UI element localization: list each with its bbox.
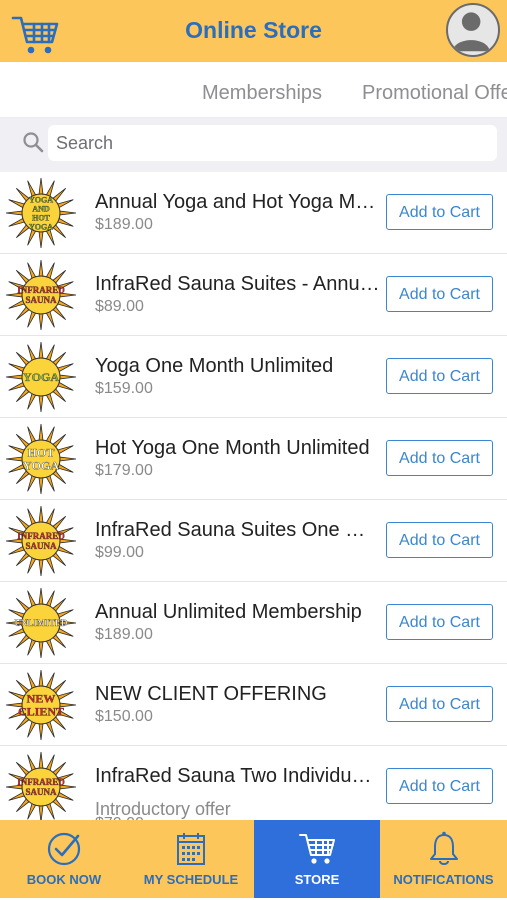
sun-logo: NEWCLIENT <box>5 669 77 741</box>
calendar-icon <box>177 833 205 865</box>
product-row[interactable]: INFRARED SAUNA InfraRed Sauna Two Individu… <box>0 746 507 820</box>
search-input[interactable] <box>48 125 497 161</box>
svg-text:AND: AND <box>32 204 50 213</box>
product-row[interactable]: INFRARED SAUNA InfraRed Sauna Suites - Ann… <box>0 254 507 336</box>
nav-book-now[interactable]: BOOK NOW <box>0 820 128 898</box>
nav-label: MY SCHEDULE <box>143 872 239 887</box>
sun-logo: HOTYOGA <box>5 423 77 495</box>
svg-text:SAUNA: SAUNA <box>25 541 57 551</box>
nav-notifications[interactable]: NOTIFICATIONS <box>380 820 507 898</box>
product-price: $179.00 <box>95 462 153 479</box>
add-to-cart-button[interactable]: Add to Cart <box>386 686 493 722</box>
product-row[interactable]: YOGA Yoga One Month Unlimited $159.00 Add t… <box>0 336 507 418</box>
product-name: InfraRed Sauna Suites - Annual Membershi… <box>95 273 380 295</box>
bell-icon <box>429 831 458 865</box>
add-to-cart-button[interactable]: Add to Cart <box>386 604 493 640</box>
product-row[interactable]: NEW CLIENT NEW CLIENT OFFERING $150.00 Add t… <box>0 664 507 746</box>
check-circle-icon <box>47 832 81 866</box>
product-price: $99.00 <box>95 544 144 561</box>
sun-logo: INFRAREDSAUNA <box>5 505 77 577</box>
svg-text:HOT: HOT <box>28 446 55 460</box>
product-price: $189.00 <box>95 626 153 643</box>
search-bar <box>0 118 507 172</box>
svg-text:YOGA: YOGA <box>23 459 59 473</box>
product-name: InfraRed Sauna Two Individual Sessions <box>95 765 380 787</box>
product-list: YOGA AND HOT YOGA Annual Yoga and Hot Yoga M… <box>0 172 507 820</box>
header: Online Store <box>0 0 507 62</box>
svg-text:INFRARED: INFRARED <box>17 777 65 787</box>
nav-store[interactable]: STORE <box>254 820 380 898</box>
svg-text:INFRARED: INFRARED <box>17 531 65 541</box>
svg-text:HOT: HOT <box>32 213 50 222</box>
cart-icon <box>299 834 335 864</box>
product-price: $89.00 <box>95 298 144 315</box>
add-to-cart-button[interactable]: Add to Cart <box>386 276 493 312</box>
avatar[interactable] <box>446 3 500 57</box>
bottom-nav: BOOK NOW MY SCHEDULE STORE NOTIFICATIONS <box>0 820 507 898</box>
product-price: $189.00 <box>95 216 153 233</box>
tab-promotional-offers[interactable]: Promotional Offers <box>362 82 507 105</box>
product-name: Annual Unlimited Membership <box>95 601 362 623</box>
product-name: Yoga One Month Unlimited <box>95 355 334 377</box>
page-title: Online Store <box>185 17 322 43</box>
svg-text:YOGA: YOGA <box>29 195 53 204</box>
product-row[interactable]: INFRARED SAUNA InfraRed Sauna Suites One M… <box>0 500 507 582</box>
add-to-cart-button[interactable]: Add to Cart <box>386 440 493 476</box>
nav-label: NOTIFICATIONS <box>393 872 494 887</box>
sun-logo: YOGAANDHOTYOGA <box>5 177 77 249</box>
svg-text:INFRARED: INFRARED <box>17 285 65 295</box>
nav-label: BOOK NOW <box>26 872 102 887</box>
product-row[interactable]: UNLIMITED Annual Unlimited Membership $189… <box>0 582 507 664</box>
sun-logo: UNLIMITED <box>5 587 77 659</box>
add-to-cart-button[interactable]: Add to Cart <box>386 358 493 394</box>
product-price: $159.00 <box>95 380 153 397</box>
user-icon <box>452 12 490 52</box>
search-icon <box>23 132 44 153</box>
add-to-cart-button[interactable]: Add to Cart <box>386 522 493 558</box>
sun-logo: INFRAREDSAUNA <box>5 259 77 331</box>
product-name: NEW CLIENT OFFERING <box>95 683 327 705</box>
svg-text:SAUNA: SAUNA <box>25 787 57 797</box>
add-to-cart-button[interactable]: Add to Cart <box>386 194 493 230</box>
product-name: InfraRed Sauna Suites One Month <box>95 519 380 541</box>
product-price: $150.00 <box>95 708 153 725</box>
sun-logo: YOGA <box>5 341 77 413</box>
svg-text:YOGA: YOGA <box>23 370 59 384</box>
sun-logo: INFRAREDSAUNA <box>5 751 77 820</box>
product-row[interactable]: HOT YOGA Hot Yoga One Month Unlimited $179.… <box>0 418 507 500</box>
tab-memberships[interactable]: Memberships <box>202 82 322 105</box>
svg-text:NEW: NEW <box>27 692 56 706</box>
category-tabs: Memberships Promotional Offers <box>0 62 507 118</box>
svg-text:YOGA: YOGA <box>29 222 53 231</box>
nav-my-schedule[interactable]: MY SCHEDULE <box>128 820 254 898</box>
product-name: Hot Yoga One Month Unlimited <box>95 437 370 459</box>
nav-label: STORE <box>294 872 340 887</box>
svg-text:UNLIMITED: UNLIMITED <box>14 618 68 628</box>
add-to-cart-button[interactable]: Add to Cart <box>386 768 493 804</box>
svg-text:CLIENT: CLIENT <box>18 705 64 719</box>
svg-text:SAUNA: SAUNA <box>25 295 57 305</box>
product-row[interactable]: YOGA AND HOT YOGA Annual Yoga and Hot Yoga M… <box>0 172 507 254</box>
product-name: Annual Yoga and Hot Yoga Membership <box>95 191 380 213</box>
